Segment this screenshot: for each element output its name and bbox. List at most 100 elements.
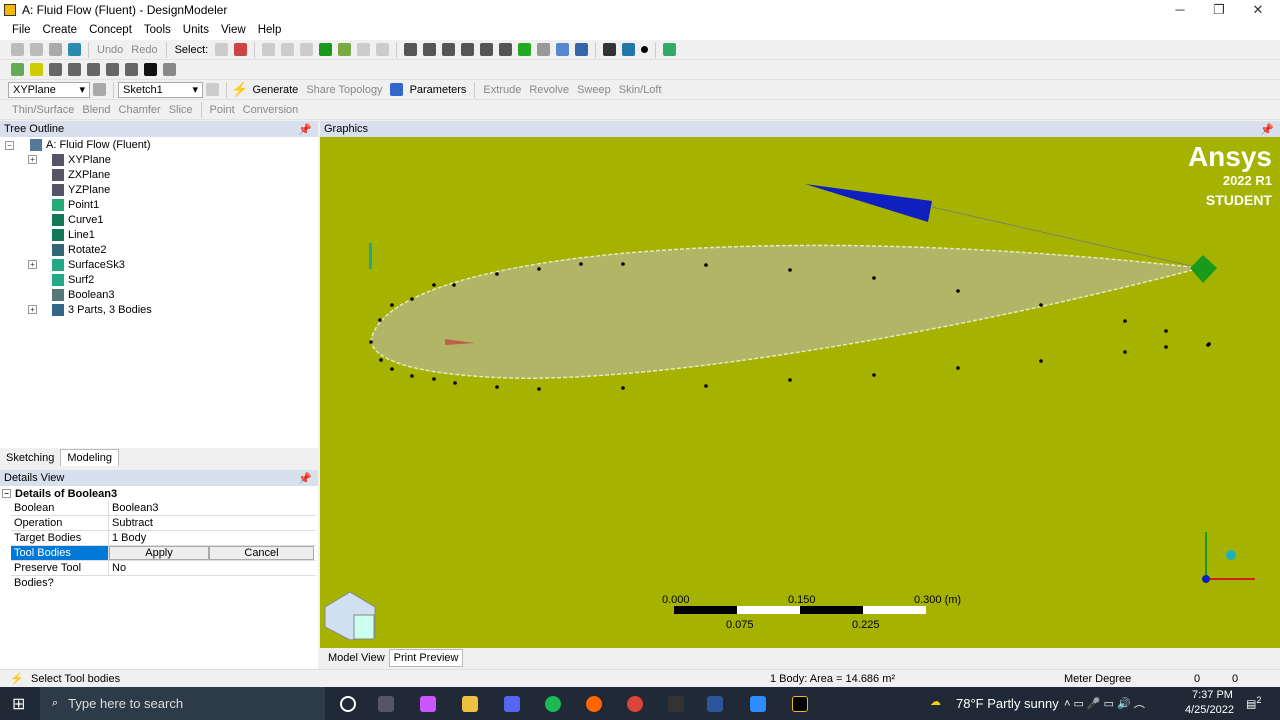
minimize-button[interactable]: ─ [1165,2,1195,17]
start-button[interactable]: ⊞ [12,694,25,714]
spotify-icon[interactable] [545,696,561,712]
axis-3-icon[interactable] [87,63,100,76]
clock-time[interactable]: 7:37 PM [1192,689,1233,701]
tree-item-line1[interactable]: Line1 [52,227,95,242]
sweep-button[interactable]: Sweep [577,84,611,96]
undo-button[interactable]: Undo [97,44,123,56]
iso-view-icon[interactable] [556,43,570,56]
search-box[interactable]: ⌕ Type here to search [40,687,325,720]
maximize-button[interactable]: ❐ [1204,2,1234,18]
skin-loft-button[interactable]: Skin/Loft [619,84,662,96]
slice-button[interactable]: Slice [169,104,193,116]
close-button[interactable]: ✕ [1243,2,1273,18]
tree-item-surfacesk3[interactable]: SurfaceSk3 [52,257,125,272]
new-icon[interactable] [11,43,24,56]
tab-model-view[interactable]: Model View [324,650,389,666]
tree-item-point1[interactable]: Point1 [52,197,99,212]
menu-view[interactable]: View [221,24,246,36]
triad-icon[interactable] [603,43,617,56]
detail-row-preserve-tool-bodies[interactable]: Preserve Tool Bodies? No [11,561,316,589]
select-edge-icon[interactable] [281,43,295,56]
sketch-icon[interactable] [30,63,43,76]
task-view-icon[interactable] [378,696,394,712]
select-vertex-icon[interactable] [262,43,276,56]
conversion-button[interactable]: Conversion [243,104,299,116]
chamfer-button[interactable]: Chamfer [119,104,161,116]
tree-item-rotate2[interactable]: Rotate2 [52,242,107,257]
zoom-to-fit-icon[interactable] [518,43,532,56]
look-at-icon[interactable] [575,43,589,56]
notifications-icon[interactable]: ▤2 [1246,695,1262,711]
firefox-icon[interactable] [586,696,602,712]
help-search-icon[interactable] [663,43,677,56]
tab-modeling[interactable]: Modeling [60,449,119,466]
sketch-select[interactable]: Sketch1 ▾ [118,81,203,98]
share-topology-button[interactable]: Share Topology [306,84,382,96]
tree-item-yzplane[interactable]: YZPlane [52,182,110,197]
generate-button[interactable]: Generate [252,84,298,96]
clock-date[interactable]: 4/25/2022 [1185,704,1234,716]
cortana-icon[interactable] [340,696,356,712]
tree-item-3-parts-3-bodies[interactable]: 3 Parts, 3 Bodies [52,302,152,317]
pin-icon[interactable] [144,63,157,76]
apply-button[interactable]: Apply [109,546,209,560]
plane-select[interactable]: XYPlane ▾ [8,81,90,98]
rotate-icon[interactable] [404,43,418,56]
chrome-icon[interactable] [627,696,643,712]
menu-help[interactable]: Help [258,24,282,36]
zoom-in-icon[interactable] [461,43,475,56]
select-face-icon[interactable] [300,43,314,56]
shaded-icon[interactable] [622,43,636,56]
tree-item-xyplane[interactable]: XYPlane [52,152,111,167]
extrude-button[interactable]: Extrude [483,84,521,96]
menu-tools[interactable]: Tools [144,24,171,36]
new-plane-icon[interactable] [93,83,106,96]
weather-text[interactable]: 78°F Partly sunny [956,696,1059,711]
pan-icon[interactable] [423,43,437,56]
axis-2-icon[interactable] [68,63,81,76]
itunes-icon[interactable] [420,696,436,712]
expand-icon[interactable]: + [28,155,37,164]
pin-icon[interactable]: 📌 [298,123,312,136]
expand-icon[interactable]: + [28,260,37,269]
word-icon[interactable] [707,696,723,712]
point-icon[interactable] [641,46,649,53]
blend-button[interactable]: Blend [82,104,110,116]
cancel-button[interactable]: Cancel [209,546,314,560]
extend-selection-icon[interactable] [338,43,352,56]
expand-icon[interactable]: + [28,305,37,314]
point-button[interactable]: Point [210,104,235,116]
frame-icon[interactable] [163,63,176,76]
detail-row-tool-bodies[interactable]: Tool Bodies Apply Cancel [11,546,316,561]
tab-print-preview[interactable]: Print Preview [388,649,464,667]
axis-5-icon[interactable] [125,63,138,76]
select-body-icon[interactable] [319,43,333,56]
menu-create[interactable]: Create [43,24,78,36]
select-pointer-icon[interactable] [234,43,248,56]
file-explorer-icon[interactable] [462,696,478,712]
tree-root[interactable]: A: Fluid Flow (Fluent) [30,137,151,152]
tree-item-zxplane[interactable]: ZXPlane [52,167,110,182]
axis-1-icon[interactable] [49,63,62,76]
select-mode-icon[interactable] [215,43,229,56]
detail-row-target-bodies[interactable]: Target Bodies 1 Body [11,531,316,546]
tree-item-surf2[interactable]: Surf2 [52,272,94,287]
plane-icon[interactable] [11,63,24,76]
graphics-viewport[interactable]: Graphics 📌 Ansys 2022 R1 STUDENT 0.000 0.… [320,121,1280,648]
new-sketch-icon[interactable] [206,83,219,96]
menu-units[interactable]: Units [183,24,209,36]
redo-button[interactable]: Redo [131,44,157,56]
tray-icons[interactable]: ˄ ▭ 🎤 ▭ 🔊 ︵ [1064,695,1145,711]
designmodeler-icon[interactable] [792,696,808,712]
menu-concept[interactable]: Concept [89,24,132,36]
thin-surface-button[interactable]: Thin/Surface [12,104,74,116]
open-icon[interactable] [30,43,43,56]
discord-icon[interactable] [504,696,520,712]
detail-row-operation[interactable]: Operation Subtract [11,516,316,531]
model-canvas[interactable] [320,137,1280,648]
tree-item-curve1[interactable]: Curve1 [52,212,103,227]
detail-row-boolean[interactable]: Boolean Boolean3 [11,501,316,516]
pin-icon[interactable]: 📌 [1260,123,1274,136]
box-select-2-icon[interactable] [376,43,390,56]
zoom-icon[interactable] [442,43,456,56]
